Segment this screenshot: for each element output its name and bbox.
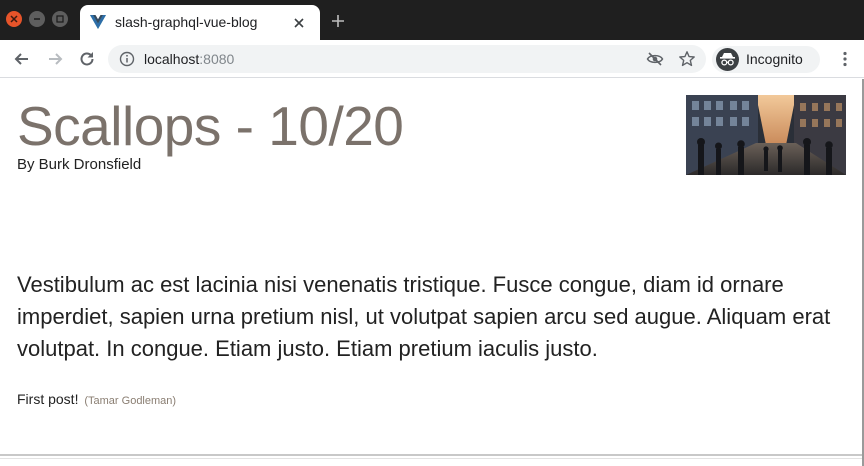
minimize-window-button[interactable] [29, 11, 45, 27]
url-host: localhost [144, 51, 200, 67]
minimize-icon [34, 18, 40, 20]
post-author: By Burk Dronsfield [17, 156, 142, 173]
maximize-icon [56, 15, 64, 23]
info-icon[interactable] [119, 51, 135, 67]
address-bar[interactable]: localhost:8080 [108, 45, 706, 73]
incognito-profile-button[interactable]: Incognito [712, 46, 820, 73]
close-icon [10, 15, 18, 23]
arrow-right-icon[interactable] [46, 50, 64, 68]
divider [0, 458, 864, 459]
page-content: Scallops - 10/20 By Burk Dronsfield Vest… [0, 79, 864, 466]
post-body: Vestibulum ac est lacinia nisi venenatis… [17, 272, 831, 361]
incognito-label: Incognito [746, 51, 803, 67]
vertical-dots-icon[interactable] [836, 50, 854, 68]
url-text[interactable]: localhost:8080 [144, 51, 234, 67]
vue-logo-icon [90, 15, 106, 29]
url-port: :8080 [199, 51, 235, 67]
star-icon[interactable] [678, 50, 696, 68]
divider [0, 454, 864, 456]
tab-active[interactable]: slash-graphql-vue-blog [80, 5, 320, 40]
title-bar: slash-graphql-vue-blog [0, 0, 864, 40]
comment: First post! (Tamar Godleman) [17, 391, 176, 407]
post-image [686, 95, 846, 175]
close-icon[interactable] [292, 16, 306, 30]
maximize-window-button[interactable] [52, 11, 68, 27]
plus-icon[interactable] [330, 13, 346, 29]
comment-text: First post! [17, 391, 79, 407]
toolbar: localhost:8080 Incognito [0, 40, 864, 78]
incognito-icon [716, 48, 739, 71]
tab-title: slash-graphql-vue-blog [115, 14, 258, 30]
eye-slash-icon[interactable] [646, 51, 664, 67]
close-window-button[interactable] [6, 11, 22, 27]
reload-icon[interactable] [78, 50, 96, 68]
comment-author: (Tamar Godleman) [84, 395, 177, 407]
arrow-left-icon[interactable] [13, 50, 31, 68]
post-title: Scallops - 10/20 [17, 95, 404, 157]
